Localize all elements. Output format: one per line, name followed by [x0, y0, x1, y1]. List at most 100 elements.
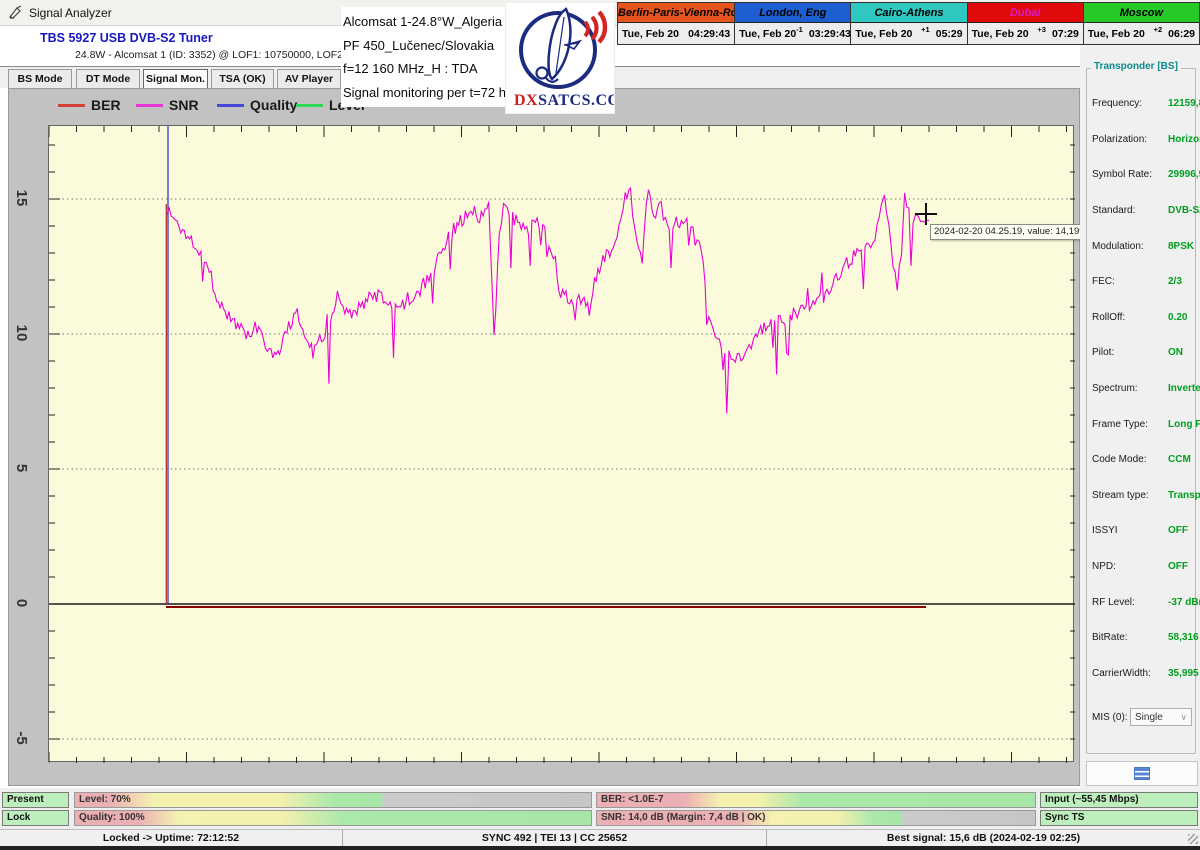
tp-label: RF Level:	[1092, 597, 1168, 608]
transponder-rows: Frequency:12159,873 MHz Polarization:Hor…	[1087, 86, 1195, 691]
tp-row-rolloff: RollOff:0.20	[1087, 300, 1195, 336]
tp-value: OFF	[1168, 525, 1188, 536]
tab-dt-mode[interactable]: DT Mode	[76, 69, 140, 89]
tp-row-modulation: Modulation:8PSK	[1087, 228, 1195, 264]
annotation-line-2: PF 450_Lučenec/Slovakia	[343, 34, 505, 58]
tp-value: Inverted	[1168, 383, 1200, 394]
tp-row-rf-level: RF Level:-37 dBm	[1087, 584, 1195, 620]
annotation-block: Alcomsat 1-24.8°W_Algeria PF 450_Lučenec…	[341, 7, 505, 107]
clock-city-label: Berlin-Paris-Vienna-Roma	[618, 3, 734, 23]
legend-label-snr: SNR	[169, 97, 199, 113]
clock-time: 04:29:43	[688, 28, 730, 40]
tp-value: 35,995 MHz	[1168, 668, 1200, 679]
tp-row-stream-type: Stream type:Transport	[1087, 478, 1195, 514]
clock-city-label: Cairo-Athens	[851, 3, 966, 23]
ytick-5: 5	[13, 451, 29, 485]
tab-av-player[interactable]: AV Player	[277, 69, 341, 89]
tab-signal-mon[interactable]: Signal Mon.	[143, 69, 208, 89]
mis-select[interactable]: Single ∨	[1130, 708, 1192, 726]
tp-value: ON	[1168, 347, 1183, 358]
clock-time: 03:29:43	[809, 28, 851, 40]
mis-label: MIS (0):	[1092, 712, 1128, 723]
tp-label: Polarization:	[1092, 134, 1168, 145]
tab-tsa[interactable]: TSA (OK)	[211, 69, 274, 89]
quality-progress-bar: Quality: 100%	[74, 810, 592, 826]
clock-date: Tue, Feb 20	[1088, 28, 1145, 40]
mis-selected-value: Single	[1135, 712, 1163, 723]
svg-text:DXSATCS.COM: DXSATCS.COM	[514, 92, 614, 109]
window-title: Signal Analyzer	[29, 6, 112, 20]
tp-value: OFF	[1168, 561, 1188, 572]
clock-date: Tue, Feb 20	[739, 28, 796, 40]
legend-item-ber: BER	[58, 97, 121, 113]
tp-row-spectrum: Spectrum:Inverted	[1087, 371, 1195, 407]
tp-value: 8PSK	[1168, 241, 1194, 252]
clock-time: 06:29	[1168, 28, 1195, 40]
tp-label: Code Mode:	[1092, 454, 1168, 465]
clock-berlin-paris-vienna-roma: Berlin-Paris-Vienna-Roma Tue, Feb 20 04:…	[618, 3, 734, 44]
clock-utc-offset: +2	[1145, 25, 1162, 34]
tp-row-npd: NPD:OFF	[1087, 549, 1195, 585]
tp-value: 58,316 Mbit/s	[1168, 632, 1200, 643]
level-line-swatch	[296, 104, 323, 107]
tp-label: Stream type:	[1092, 490, 1168, 501]
tp-label: Symbol Rate:	[1092, 169, 1168, 180]
tp-row-issyi: ISSYIOFF	[1087, 513, 1195, 549]
legend-item-snr: SNR	[136, 97, 199, 113]
tp-label: Frequency:	[1092, 98, 1168, 109]
ytick-10: 10	[13, 316, 29, 350]
tp-row-standard: Standard:DVB-S2	[1087, 193, 1195, 229]
clock-time: 07:29	[1052, 28, 1079, 40]
clock-london: London, Eng Tue, Feb 20 -1 03:29:43	[735, 3, 850, 44]
clock-utc-offset: +1	[912, 25, 929, 34]
ber-line-swatch	[58, 104, 85, 107]
annotation-line-1: Alcomsat 1-24.8°W_Algeria	[343, 10, 505, 34]
tp-label: Frame Type:	[1092, 419, 1168, 430]
tp-row-frequency: Frequency:12159,873 MHz	[1087, 86, 1195, 122]
tp-label: Standard:	[1092, 205, 1168, 216]
mis-row: MIS (0): Single ∨	[1092, 708, 1192, 726]
snr-trace	[167, 188, 929, 413]
tab-bs-mode[interactable]: BS Mode	[8, 69, 72, 89]
tp-value: CCM	[1168, 454, 1191, 465]
tp-value: 12159,873 MHz	[1168, 98, 1200, 109]
clock-time: 05:29	[936, 28, 963, 40]
legend-label-quality: Quality	[250, 97, 297, 113]
present-indicator: Present	[2, 792, 69, 808]
transport-stream-button[interactable]	[1086, 761, 1198, 786]
satellite-dish-icon: DXSATCS.COM	[506, 3, 614, 113]
resize-grip[interactable]	[1188, 834, 1198, 844]
input-indicator: Input (~55,45 Mbps)	[1040, 792, 1198, 808]
tp-row-carrier-width: CarrierWidth:35,995 MHz	[1087, 656, 1195, 692]
bottom-window-edge	[0, 846, 1200, 850]
tp-row-pilot: Pilot:ON	[1087, 335, 1195, 371]
tp-label: NPD:	[1092, 561, 1168, 572]
tp-label: FEC:	[1092, 276, 1168, 287]
clock-city-label: Dubai	[968, 3, 1083, 23]
signal-plot[interactable]	[48, 125, 1074, 762]
lock-indicator: Lock	[2, 810, 69, 826]
tp-value: 29996,982 KS/s	[1168, 169, 1200, 180]
tp-label: Spectrum:	[1092, 383, 1168, 394]
statusbar: Locked -> Uptime: 72:12:52 SYNC 492 | TE…	[0, 829, 1200, 846]
legend-label-ber: BER	[91, 97, 121, 113]
tp-row-code-mode: Code Mode:CCM	[1087, 442, 1195, 478]
tp-value: 0.20	[1168, 312, 1187, 323]
tp-value: 2/3	[1168, 276, 1182, 287]
tp-label: Modulation:	[1092, 241, 1168, 252]
legend-item-quality: Quality	[217, 97, 297, 113]
clock-date: Tue, Feb 20	[972, 28, 1029, 40]
clock-city-label: Moscow	[1084, 3, 1199, 23]
statusbar-best-signal: Best signal: 15,6 dB (2024-02-19 02:25)	[767, 830, 1200, 846]
tp-row-polarization: Polarization:Horizontal	[1087, 122, 1195, 158]
ytick-15: 15	[13, 181, 29, 215]
chevron-down-icon: ∨	[1180, 712, 1187, 723]
annotation-line-4: Signal monitoring per t=72 h	[343, 81, 505, 105]
tp-row-fec: FEC:2/3	[1087, 264, 1195, 300]
tp-label: Pilot:	[1092, 347, 1168, 358]
world-clocks: Berlin-Paris-Vienna-Roma Tue, Feb 20 04:…	[617, 2, 1200, 45]
snr-line-swatch	[136, 104, 163, 107]
statusbar-sync-counters: SYNC 492 | TEI 13 | CC 25652	[343, 830, 767, 846]
clock-city-label: London, Eng	[735, 3, 850, 23]
tp-row-bitrate: BitRate:58,316 Mbit/s	[1087, 620, 1195, 656]
